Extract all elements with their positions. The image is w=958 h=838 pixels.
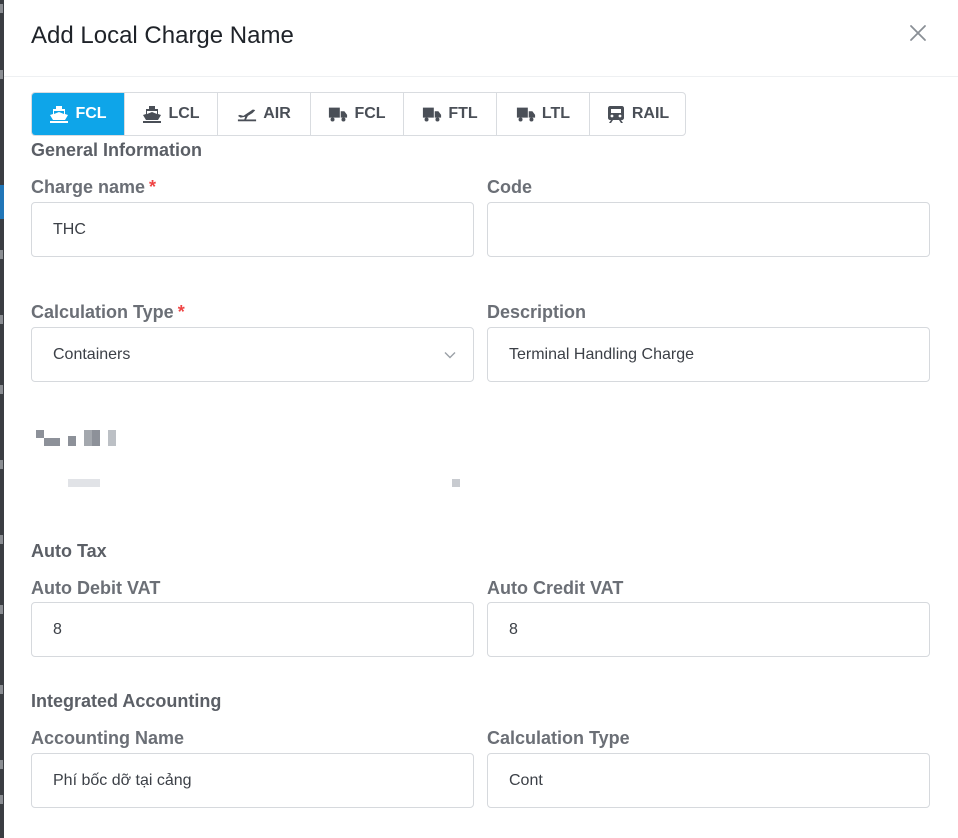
truck-icon <box>329 107 348 122</box>
plane-icon <box>238 109 257 122</box>
ship-icon <box>143 106 162 123</box>
close-button[interactable] <box>905 20 931 46</box>
calculation-type-label: Calculation Type * <box>31 302 185 323</box>
auto-debit-vat-label: Auto Debit VAT <box>31 578 161 598</box>
auto-credit-vat-label: Auto Credit VAT <box>487 578 624 598</box>
code-input[interactable] <box>487 202 930 257</box>
section-integrated-accounting: Integrated Accounting <box>31 691 222 711</box>
calculation-type-select[interactable]: Containers <box>31 327 474 382</box>
truck-icon <box>423 107 442 122</box>
train-icon <box>607 106 624 123</box>
required-mark: * <box>149 177 157 197</box>
add-local-charge-modal: Add Local Charge Name FCL LCL AIR FCL FT… <box>4 0 958 838</box>
tab-rail[interactable]: RAIL <box>590 93 685 135</box>
accounting-name-label: Accounting Name <box>31 728 185 748</box>
tab-label: LCL <box>168 105 200 122</box>
close-icon <box>910 25 926 41</box>
tab-label: FCL <box>354 105 386 122</box>
transport-mode-tabs: FCL LCL AIR FCL FTL LTL RAIL <box>31 92 686 136</box>
modal-header: Add Local Charge Name <box>4 0 958 77</box>
tab-label: RAIL <box>631 105 670 122</box>
charge-name-input[interactable]: THC <box>31 202 474 257</box>
truck-icon <box>516 107 536 122</box>
chevron-down-icon <box>444 352 456 359</box>
accounting-calculation-type-label: Calculation Type <box>487 728 630 748</box>
tab-ftl[interactable]: FTL <box>404 93 497 135</box>
calculation-type-label-text: Calculation Type <box>31 302 174 322</box>
description-label: Description <box>487 302 587 322</box>
charge-name-label: Charge name * <box>31 177 156 198</box>
required-mark: * <box>177 302 185 322</box>
calculation-type-value: Containers <box>53 346 131 363</box>
description-input[interactable]: Terminal Handling Charge <box>487 327 930 382</box>
section-auto-tax: Auto Tax <box>31 541 107 561</box>
tab-air[interactable]: AIR <box>218 93 311 135</box>
tab-fcl-truck[interactable]: FCL <box>311 93 404 135</box>
tab-fcl-sea[interactable]: FCL <box>32 93 125 135</box>
accounting-name-input[interactable]: Phí bốc dỡ tại cảng <box>31 753 474 808</box>
charge-name-label-text: Charge name <box>31 177 146 197</box>
ship-icon <box>50 106 69 123</box>
tab-label: AIR <box>263 105 291 122</box>
auto-credit-vat-input[interactable]: 8 <box>487 602 930 657</box>
tab-label: FTL <box>448 105 478 122</box>
code-label: Code <box>487 177 532 197</box>
section-general-information: General Information <box>31 140 203 160</box>
auto-debit-vat-input[interactable]: 8 <box>31 602 474 657</box>
tab-lcl[interactable]: LCL <box>125 93 218 135</box>
tab-ltl[interactable]: LTL <box>497 93 590 135</box>
tab-label: LTL <box>541 105 571 122</box>
modal-title: Add Local Charge Name <box>31 22 294 49</box>
accounting-calculation-type-input[interactable]: Cont <box>487 753 930 808</box>
tab-label: FCL <box>75 105 107 122</box>
